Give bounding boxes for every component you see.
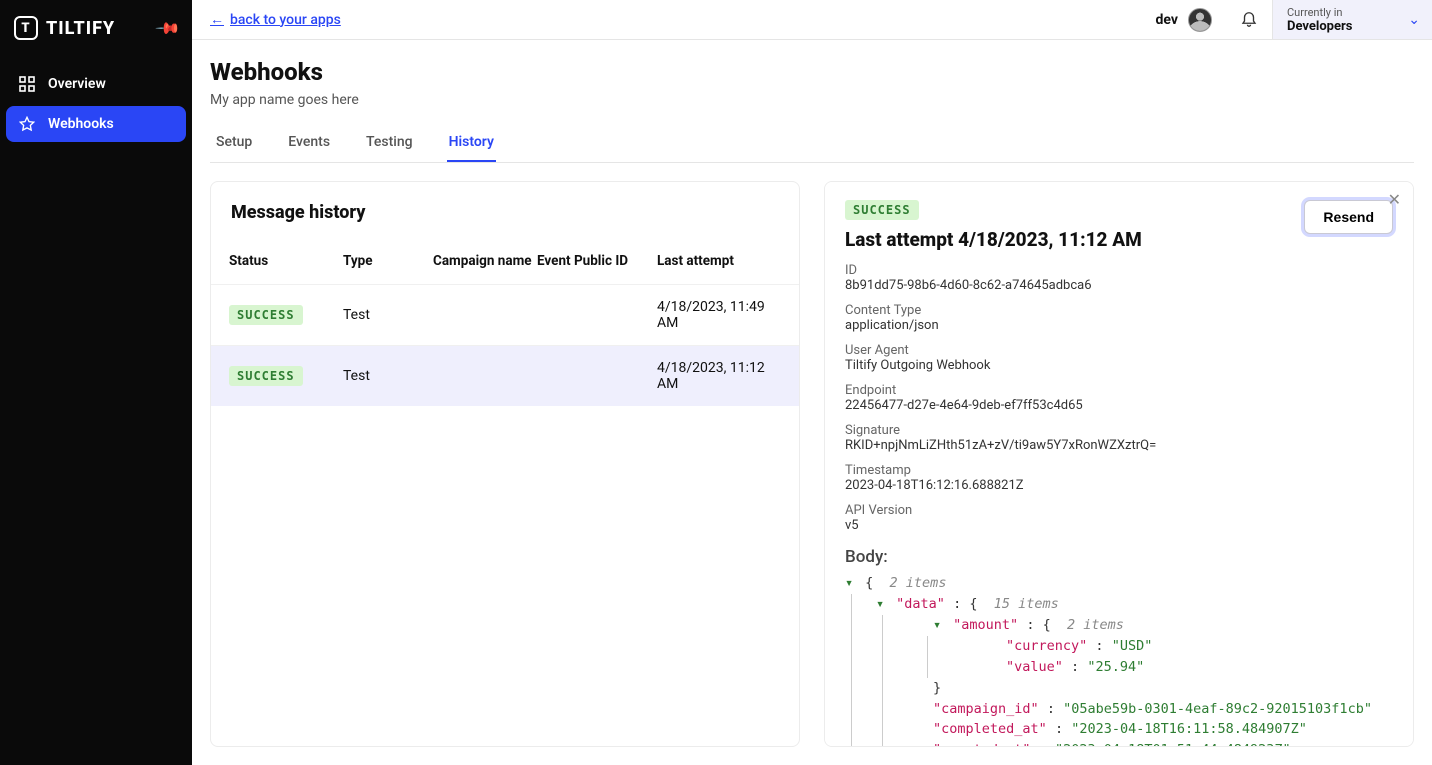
meta-label-endpoint: Endpoint [845, 383, 1393, 398]
logo-mark-icon: T [14, 16, 38, 40]
user-name: dev [1156, 12, 1178, 28]
close-icon: ✕ [1388, 190, 1401, 209]
meta-value-id: 8b91dd75-98b6-4d60-8c62-a74645adbca6 [845, 278, 1393, 293]
cell-type: Test [343, 368, 429, 384]
table-row[interactable]: SUCCESS Test 4/18/2023, 11:49 AM [211, 284, 799, 345]
brand-logo[interactable]: T TILTIFY [14, 16, 115, 40]
arrow-left-icon: ← [210, 11, 224, 28]
resend-button[interactable]: Resend [1304, 200, 1393, 234]
caret-down-icon[interactable]: ▾ [845, 573, 857, 594]
meta-value-api-version: v5 [845, 518, 1393, 533]
cell-last-attempt: 4/18/2023, 11:12 AM [657, 360, 781, 392]
col-status: Status [229, 253, 339, 270]
tab-events[interactable]: Events [286, 124, 332, 162]
body-label: Body: [845, 547, 1393, 567]
grid-icon [18, 76, 36, 92]
page-subtitle: My app name goes here [210, 92, 1414, 108]
star-icon [18, 116, 36, 132]
context-value: Developers [1287, 19, 1392, 34]
meta-value-timestamp: 2023-04-18T16:12:16.688821Z [845, 478, 1393, 493]
meta-label-api-version: API Version [845, 503, 1393, 518]
meta-value-signature: RKID+npjNmLiZHth51zA+zV/ti9aw5Y7xRonWZXz… [845, 438, 1393, 453]
caret-down-icon[interactable]: ▾ [876, 594, 888, 615]
col-campaign: Campaign name [433, 253, 533, 270]
topbar: ← back to your apps dev Currently in Dev… [192, 0, 1432, 40]
page-title: Webhooks [210, 58, 1414, 86]
tabs: Setup Events Testing History [210, 124, 1414, 163]
detail-title: Last attempt 4/18/2023, 11:12 AM [845, 228, 1142, 251]
status-badge: SUCCESS [229, 305, 303, 325]
json-body: ▾ { 2 items ▾ "data" : { 15 items ▾ "amo… [845, 573, 1393, 747]
col-type: Type [343, 253, 429, 270]
pin-icon[interactable]: 📌 [154, 14, 182, 42]
sidebar-item-webhooks[interactable]: Webhooks [6, 106, 186, 142]
tab-history[interactable]: History [447, 124, 496, 162]
history-heading: Message history [211, 202, 799, 239]
context-switcher[interactable]: Currently in Developers ⌄ [1272, 0, 1432, 39]
table-row[interactable]: SUCCESS Test 4/18/2023, 11:12 AM [211, 345, 799, 406]
table-header: Status Type Campaign name Event Public I… [211, 239, 799, 284]
brand-name: TILTIFY [46, 18, 115, 39]
meta-label-content-type: Content Type [845, 303, 1393, 318]
meta-label-signature: Signature [845, 423, 1393, 438]
notifications-button[interactable] [1226, 9, 1272, 31]
tab-setup[interactable]: Setup [214, 124, 254, 162]
chevron-down-icon: ⌄ [1408, 12, 1420, 28]
sidebar-item-label: Overview [48, 76, 106, 92]
close-button[interactable]: ✕ [1388, 190, 1401, 209]
message-history-card: Message history Status Type Campaign nam… [210, 181, 800, 747]
col-last-attempt: Last attempt [657, 253, 781, 270]
cell-last-attempt: 4/18/2023, 11:49 AM [657, 299, 781, 331]
back-link[interactable]: ← back to your apps [210, 11, 341, 28]
user-menu[interactable]: dev [1142, 8, 1226, 32]
status-badge: SUCCESS [845, 200, 919, 220]
sidebar-item-label: Webhooks [48, 116, 114, 132]
meta-value-content-type: application/json [845, 318, 1393, 333]
bell-icon [1240, 12, 1258, 31]
meta-value-endpoint: 22456477-d27e-4e64-9deb-ef7ff53c4d65 [845, 398, 1393, 413]
context-label: Currently in [1287, 6, 1392, 19]
detail-panel: ✕ SUCCESS Last attempt 4/18/2023, 11:12 … [824, 181, 1414, 747]
col-event-id: Event Public ID [537, 253, 653, 270]
sidebar: T TILTIFY 📌 Overview Webhooks [0, 0, 192, 765]
tab-testing[interactable]: Testing [364, 124, 415, 162]
meta-label-id: ID [845, 263, 1393, 278]
meta-value-user-agent: Tiltify Outgoing Webhook [845, 358, 1393, 373]
back-link-label: back to your apps [230, 12, 341, 28]
status-badge: SUCCESS [229, 366, 303, 386]
avatar [1188, 8, 1212, 32]
sidebar-item-overview[interactable]: Overview [6, 66, 186, 102]
meta-label-timestamp: Timestamp [845, 463, 1393, 478]
cell-type: Test [343, 307, 429, 323]
caret-down-icon[interactable]: ▾ [933, 615, 945, 636]
meta-label-user-agent: User Agent [845, 343, 1393, 358]
